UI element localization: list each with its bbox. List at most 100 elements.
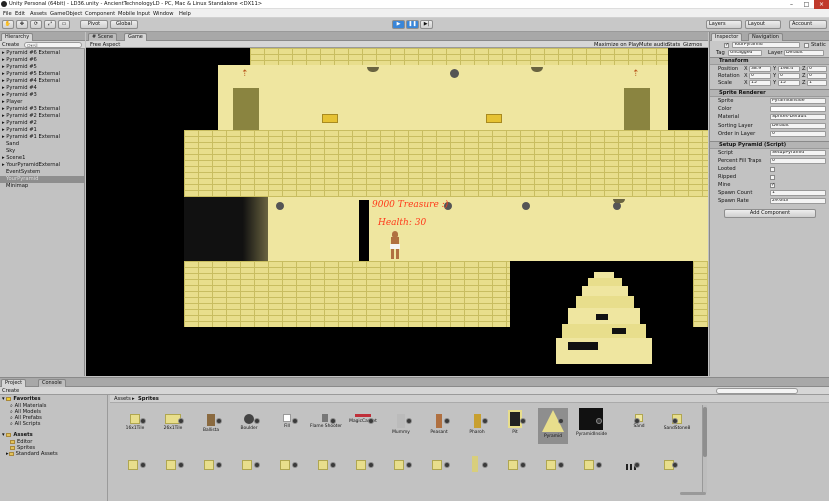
scale-x-field[interactable]: 15 xyxy=(749,80,771,86)
spawn-count-field[interactable]: 1 xyxy=(770,190,826,196)
asset-tile[interactable]: Peasant xyxy=(424,414,454,435)
sprite-expand-icon[interactable] xyxy=(406,462,412,468)
sprite-expand-icon[interactable] xyxy=(672,418,678,424)
mine-checkbox[interactable] xyxy=(770,182,775,189)
hierarchy-item[interactable]: ▸ Pyramid #5 External xyxy=(0,71,84,78)
hierarchy-item[interactable]: ▸ Pyramid #1 xyxy=(0,127,84,134)
color-swatch[interactable] xyxy=(770,106,826,112)
hierarchy-item[interactable]: Sand xyxy=(0,141,84,148)
tab-scene[interactable]: # Scene xyxy=(88,33,118,41)
sprite-expand-icon[interactable] xyxy=(444,418,450,424)
sprite-expand-icon[interactable] xyxy=(292,462,298,468)
sprite-expand-icon[interactable] xyxy=(254,418,260,424)
script-field[interactable]: SetupPyramid xyxy=(770,150,826,156)
menu-edit[interactable]: Edit xyxy=(15,11,25,17)
move-tool-icon[interactable]: ✥ xyxy=(16,20,28,29)
menu-file[interactable]: File xyxy=(3,11,12,17)
hierarchy-item[interactable]: ▸ Pyramid #2 xyxy=(0,120,84,127)
setup-pyramid-header[interactable]: Setup Pyramid (Script) xyxy=(710,141,829,149)
rotation-z-field[interactable]: 0 xyxy=(807,73,827,79)
favorites-item[interactable]: ⌕ All Scripts xyxy=(10,421,40,428)
sprite-expand-icon[interactable] xyxy=(482,462,488,468)
hierarchy-item[interactable]: ▸ Pyramid #6 xyxy=(0,57,84,64)
hierarchy-item-selected[interactable]: YourPyramid xyxy=(0,176,84,183)
position-z-field[interactable]: 0 xyxy=(807,66,827,72)
sprite-expand-icon[interactable] xyxy=(330,462,336,468)
sprite-expand-icon[interactable] xyxy=(482,418,488,424)
favorites-header[interactable]: ▾ Favorites xyxy=(2,396,41,402)
sorting-layer-dropdown[interactable]: Default xyxy=(770,123,826,129)
hierarchy-item[interactable]: ▸ Player xyxy=(0,99,84,106)
global-toggle[interactable]: Global xyxy=(110,20,138,29)
close-icon[interactable]: × xyxy=(814,0,829,9)
project-create-button[interactable]: Create xyxy=(2,388,19,394)
hierarchy-item[interactable]: ▸ YourPyramidExternal xyxy=(0,162,84,169)
scale-y-field[interactable]: 15 xyxy=(778,80,800,86)
material-field[interactable]: Sprites-Default xyxy=(770,114,826,120)
account-dropdown[interactable]: Account xyxy=(789,20,827,29)
sprite-expand-icon[interactable] xyxy=(596,462,602,468)
static-checkbox[interactable] xyxy=(804,43,809,48)
spawn-rate-field[interactable]: 29.643 xyxy=(770,198,826,204)
menu-help[interactable]: Help xyxy=(179,11,191,17)
order-in-layer-field[interactable]: 0 xyxy=(770,131,826,137)
menu-gameobject[interactable]: GameObject xyxy=(50,11,82,17)
rotation-x-field[interactable]: 0 xyxy=(749,73,771,79)
sprite-expand-icon[interactable] xyxy=(368,418,374,424)
hierarchy-item[interactable]: ▸ Pyramid #6 External xyxy=(0,50,84,57)
looted-checkbox[interactable] xyxy=(770,167,775,172)
assets-folder[interactable]: ▸ Standard Assets xyxy=(6,451,58,457)
pivot-toggle[interactable]: Pivot xyxy=(80,20,108,29)
layer-dropdown[interactable]: Default xyxy=(784,50,824,56)
sprite-expand-icon[interactable] xyxy=(216,462,222,468)
hierarchy-item[interactable]: ▸ Pyramid #4 External xyxy=(0,78,84,85)
ripped-checkbox[interactable] xyxy=(770,175,775,180)
rotate-tool-icon[interactable]: ⟳ xyxy=(30,20,42,29)
tag-dropdown[interactable]: Untagged xyxy=(728,50,762,56)
breadcrumb-assets[interactable]: Assets xyxy=(114,396,131,402)
sprite-expand-icon[interactable] xyxy=(254,462,260,468)
tab-project[interactable]: Project xyxy=(1,379,27,387)
sprite-expand-icon[interactable] xyxy=(520,462,526,468)
transform-header[interactable]: Transform xyxy=(710,57,829,65)
position-x-field[interactable]: 38.9 xyxy=(749,66,771,72)
scale-z-field[interactable]: 1 xyxy=(807,80,827,86)
sprite-expand-icon[interactable] xyxy=(596,418,602,424)
tab-hierarchy[interactable]: Hierarchy xyxy=(1,33,34,41)
asset-tile[interactable]: Pharoh xyxy=(462,414,492,435)
tab-navigation[interactable]: Navigation xyxy=(748,33,783,41)
hierarchy-item[interactable]: ▸ Pyramid #1 External xyxy=(0,134,84,141)
asset-tile[interactable]: PyramidInside xyxy=(576,408,607,444)
sprite-renderer-header[interactable]: Sprite Renderer xyxy=(710,89,829,97)
sprite-expand-icon[interactable] xyxy=(178,462,184,468)
hierarchy-item[interactable]: ▸ Pyramid #2 External xyxy=(0,113,84,120)
breadcrumb-sprites[interactable]: Sprites xyxy=(138,396,159,402)
asset-tile[interactable]: Mummy xyxy=(386,414,416,435)
sprite-expand-icon[interactable] xyxy=(216,418,222,424)
scale-tool-icon[interactable]: ⤢ xyxy=(44,20,56,29)
asset-tile-selected[interactable]: Pyramid xyxy=(538,408,568,444)
position-y-field[interactable]: 198.4 xyxy=(778,66,800,72)
step-button[interactable]: ▶| xyxy=(420,20,433,29)
tab-game[interactable]: Game xyxy=(124,33,147,41)
minimize-icon[interactable]: – xyxy=(784,0,799,9)
sprite-expand-icon[interactable] xyxy=(406,418,412,424)
sprite-expand-icon[interactable] xyxy=(330,418,336,424)
hand-tool-icon[interactable]: ✋ xyxy=(2,20,14,29)
play-button[interactable]: ▶ xyxy=(392,20,405,29)
hierarchy-item[interactable]: Sky xyxy=(0,148,84,155)
hierarchy-item[interactable]: Minimap xyxy=(0,183,84,190)
menu-assets[interactable]: Assets xyxy=(30,11,47,17)
tab-inspector[interactable]: Inspector xyxy=(711,33,743,41)
sprite-expand-icon[interactable] xyxy=(672,462,678,468)
sprite-expand-icon[interactable] xyxy=(292,418,298,424)
hierarchy-search-input[interactable] xyxy=(24,42,82,48)
project-search-input[interactable] xyxy=(716,388,798,394)
sprite-expand-icon[interactable] xyxy=(140,462,146,468)
hierarchy-item[interactable]: ▸ Pyramid #5 xyxy=(0,64,84,71)
asset-tile[interactable]: Ballista xyxy=(196,414,226,433)
maximize-icon[interactable]: □ xyxy=(799,0,814,9)
hierarchy-create-button[interactable]: Create xyxy=(2,42,19,48)
menu-window[interactable]: Window xyxy=(153,11,173,17)
hierarchy-item[interactable]: ▸ Pyramid #4 xyxy=(0,85,84,92)
